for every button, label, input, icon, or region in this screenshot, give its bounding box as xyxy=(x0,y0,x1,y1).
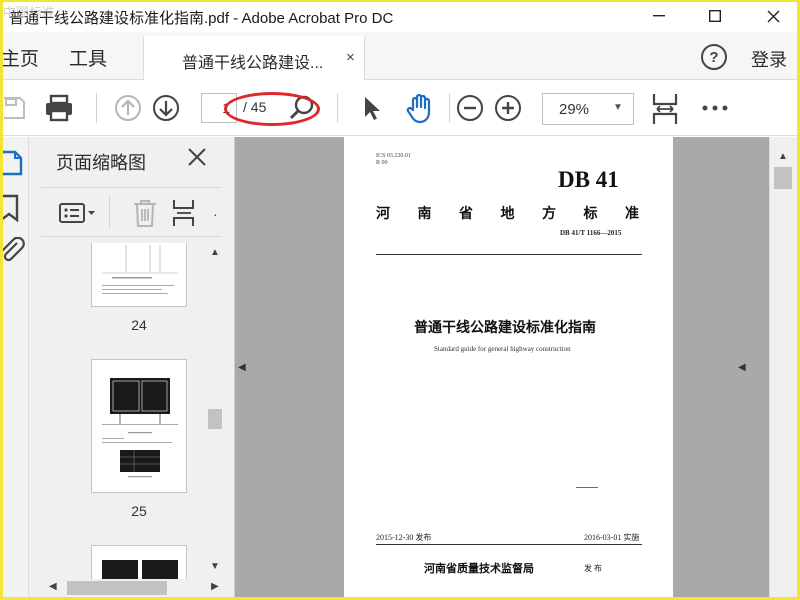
tab-close-button[interactable]: × xyxy=(346,49,355,66)
login-button[interactable]: 登录 xyxy=(751,46,787,72)
thumbnail-list: 24 25 xyxy=(29,243,213,579)
toolbar-separator xyxy=(449,93,450,123)
issue-date: 2015-12-30 发布 xyxy=(376,533,432,542)
header-rule xyxy=(376,254,642,255)
title-bar: 普通干线公路建设标准化指南.pdf - Adobe Acrobat Pro DC… xyxy=(3,2,797,32)
hand-icon xyxy=(406,93,431,124)
insert-page-icon xyxy=(173,200,194,226)
delete-page-button[interactable] xyxy=(131,198,159,228)
document-title-cn: 普通干线公路建设标准化指南 xyxy=(414,321,596,336)
thumbnail-page-24[interactable] xyxy=(91,243,187,307)
zoom-out-button[interactable] xyxy=(455,93,485,123)
tab-bar: 主页 工具 普通干线公路建设... × ? 登录 xyxy=(3,32,797,80)
zoom-select[interactable]: 29% ▼ xyxy=(542,93,634,125)
options-list-icon xyxy=(59,203,95,223)
document-title-en: Standard guide for general highway const… xyxy=(434,345,571,353)
implement-date: 2016-03-01 实施 xyxy=(584,533,640,542)
save-icon xyxy=(4,97,25,119)
zoom-out-icon xyxy=(457,95,483,121)
panel-close-icon[interactable] xyxy=(187,147,207,173)
print-button[interactable] xyxy=(41,91,77,125)
save-button[interactable] xyxy=(3,93,27,123)
fit-width-icon xyxy=(652,94,678,124)
toolbar-separator xyxy=(96,93,97,123)
thumbnail-options-button[interactable] xyxy=(59,201,99,227)
thumbnails-panel: 页面缩略图 · 24 25 ▲ ▼ ◀ ▶ xyxy=(29,137,235,597)
arrow-up-circle-icon xyxy=(115,95,141,121)
scroll-down-icon[interactable]: ▼ xyxy=(210,561,220,572)
paperclip-icon xyxy=(3,236,25,262)
collapse-left-pane-icon[interactable]: ◀ xyxy=(238,362,246,373)
pdf-page: ICS 03.220.01 R 00 DB 41 河 南 省 地 方 标 准 D… xyxy=(344,137,673,597)
scroll-right-icon[interactable]: ▶ xyxy=(211,581,219,592)
cursor-arrow-icon xyxy=(365,97,380,120)
app-window: 普通干线公路建设标准化指南.pdf - Adobe Acrobat Pro DC… xyxy=(0,0,800,600)
scrollbar-thumb[interactable] xyxy=(774,167,792,189)
minimize-icon xyxy=(653,15,665,17)
thumbnail-page-26[interactable] xyxy=(91,545,187,579)
more-tools-button[interactable] xyxy=(699,93,731,123)
panel-toolbar: · xyxy=(41,187,221,237)
tab-home[interactable]: 主页 xyxy=(3,44,39,71)
minimize-button[interactable] xyxy=(637,2,681,30)
attachments-tab[interactable] xyxy=(3,236,27,267)
bookmark-icon xyxy=(3,194,19,223)
db-code: DB 41 xyxy=(558,167,619,192)
tab-document-label: 普通干线公路建设... xyxy=(182,55,324,72)
expand-right-pane-icon[interactable]: ◀ xyxy=(738,362,746,373)
issuing-authority: 河南省质量技术监督局 xyxy=(424,563,534,575)
ics-code: ICS 03.220.01 xyxy=(376,153,411,159)
scroll-up-icon[interactable]: ▲ xyxy=(210,247,220,258)
thumbnail-page-25[interactable] xyxy=(91,359,187,493)
trash-icon xyxy=(134,200,156,227)
scrollbar-thumb[interactable] xyxy=(208,409,222,429)
issuing-suffix: 发 布 xyxy=(584,564,602,573)
scrollbar-thumb[interactable] xyxy=(67,581,167,595)
close-window-button[interactable] xyxy=(751,2,795,30)
help-icon[interactable]: ? xyxy=(701,44,727,70)
document-vertical-scrollbar[interactable]: ▲ xyxy=(769,137,797,597)
scroll-left-icon[interactable]: ◀ xyxy=(49,581,57,592)
select-tool-button[interactable] xyxy=(359,93,385,123)
zoom-in-button[interactable] xyxy=(493,93,523,123)
navigation-pane-strip xyxy=(3,137,29,597)
toolbar-separator xyxy=(109,196,110,228)
hand-tool-button[interactable] xyxy=(403,91,437,125)
zoom-value: 29% xyxy=(559,101,590,118)
ccs-code: R 00 xyxy=(376,160,388,166)
window-title: 普通干线公路建设标准化指南.pdf - Adobe Acrobat Pro DC xyxy=(9,10,394,27)
maximize-icon xyxy=(709,10,721,22)
thumbnail-vertical-scrollbar[interactable]: ▲ ▼ xyxy=(205,243,225,577)
tab-document[interactable]: 普通干线公路建设... × xyxy=(143,36,365,80)
thumbnail-number: 25 xyxy=(131,503,147,519)
prev-page-button[interactable] xyxy=(113,93,143,123)
insert-page-button[interactable] xyxy=(171,198,201,228)
fit-page-button[interactable] xyxy=(649,91,681,127)
printer-icon xyxy=(46,94,72,122)
panel-title: 页面缩略图 xyxy=(56,153,146,173)
zoom-in-icon xyxy=(495,95,521,121)
annotation-ellipse xyxy=(224,92,320,126)
more-icon xyxy=(702,105,728,111)
more-icon[interactable]: · xyxy=(213,206,221,222)
draft-mark xyxy=(576,487,598,488)
thumbnail-number: 24 xyxy=(131,317,147,333)
page-thumbnails-tab[interactable] xyxy=(3,149,27,177)
standard-category: 河 南 省 地 方 标 准 xyxy=(376,207,651,222)
maximize-button[interactable] xyxy=(693,2,737,30)
thumbnail-horizontal-scrollbar[interactable]: ◀ ▶ xyxy=(41,577,227,597)
arrow-down-circle-icon xyxy=(153,95,179,121)
page-thumbnails-icon xyxy=(3,150,23,176)
close-icon xyxy=(767,10,779,22)
next-page-button[interactable] xyxy=(151,93,181,123)
footer-rule xyxy=(376,544,642,545)
scroll-up-icon[interactable]: ▲ xyxy=(778,151,788,162)
tab-tools[interactable]: 工具 xyxy=(69,44,107,71)
main-toolbar: 1 / 45 29% ▼ xyxy=(3,81,797,136)
toolbar-separator xyxy=(337,93,338,123)
bookmarks-tab[interactable] xyxy=(3,193,27,223)
chevron-down-icon: ▼ xyxy=(613,102,623,113)
standard-number: DB 41/T 1166—2015 xyxy=(560,229,622,237)
watermark-text: 中国标准 xyxy=(3,5,56,20)
